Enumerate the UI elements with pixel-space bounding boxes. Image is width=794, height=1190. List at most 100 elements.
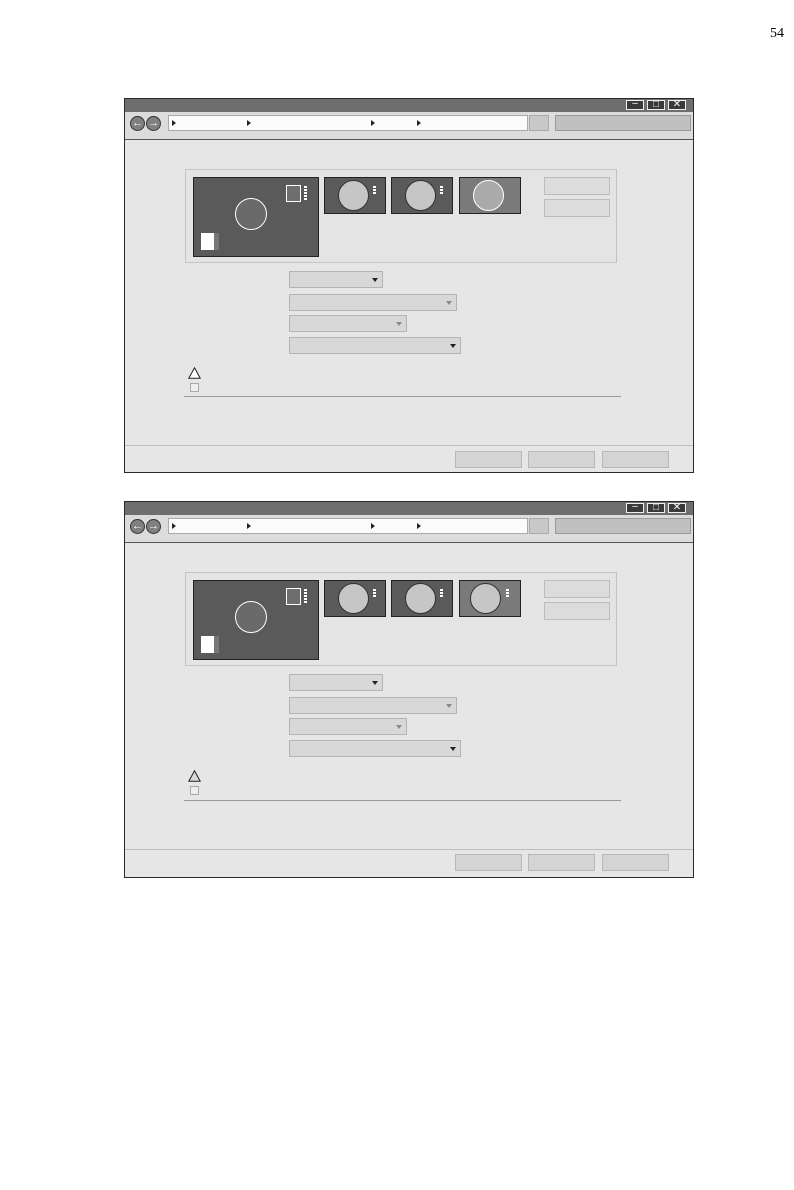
monitor-port-icon [440, 589, 443, 598]
close-button[interactable]: ✕ [668, 502, 686, 513]
monitor-preview-icon [286, 588, 301, 605]
monitor-4-selected[interactable] [459, 580, 521, 617]
chevron-down-icon [446, 301, 452, 305]
left-arrow-icon: ← [132, 117, 143, 129]
breadcrumb-arrow-icon[interactable] [247, 523, 251, 529]
detect-button[interactable] [544, 602, 610, 620]
monitor-2[interactable] [324, 580, 386, 617]
breadcrumb-arrow-icon[interactable] [172, 523, 176, 529]
forward-button[interactable]: → [146, 519, 161, 534]
multiple-displays-dropdown[interactable] [289, 337, 461, 354]
monitor-3[interactable] [391, 177, 453, 214]
chevron-down-icon [450, 344, 456, 348]
breadcrumb-arrow-icon[interactable] [371, 120, 375, 126]
apply-button[interactable] [602, 451, 669, 468]
breadcrumb-arrow-icon[interactable] [247, 120, 251, 126]
address-bar[interactable] [168, 518, 528, 534]
right-arrow-icon: → [148, 117, 159, 129]
orientation-dropdown[interactable] [289, 718, 407, 735]
taskbar-icon [201, 636, 219, 653]
chevron-down-icon [446, 704, 452, 708]
identify-button[interactable] [544, 177, 610, 195]
titlebar: – □ ✕ [125, 98, 693, 112]
monitor-1[interactable] [193, 580, 319, 660]
left-arrow-icon: ← [132, 520, 143, 532]
monitor-port-icon [304, 186, 307, 201]
refresh-button[interactable] [529, 115, 549, 131]
detect-button[interactable] [544, 199, 610, 217]
multiple-displays-dropdown[interactable] [289, 740, 461, 757]
display-dropdown[interactable] [289, 271, 383, 288]
monitor-port-icon [440, 186, 443, 195]
close-icon: ✕ [672, 99, 682, 110]
back-button[interactable]: ← [130, 116, 145, 131]
chevron-down-icon [372, 278, 378, 282]
display-arrangement-panel [185, 572, 617, 666]
display-settings-window-2: – □ ✕ ← → [124, 501, 694, 878]
display-arrangement-panel [185, 169, 617, 263]
monitor-3[interactable] [391, 580, 453, 617]
monitor-2[interactable] [324, 177, 386, 214]
display-settings-window-1: – □ ✕ ← → [124, 98, 694, 473]
maximize-button[interactable]: □ [647, 502, 665, 513]
chevron-down-icon [450, 747, 456, 751]
monitor-identify-circle [405, 583, 436, 614]
monitor-port-icon [373, 186, 376, 195]
refresh-button[interactable] [529, 518, 549, 534]
cancel-button[interactable] [528, 451, 595, 468]
monitor-identify-circle [473, 180, 504, 211]
chevron-down-icon [396, 322, 402, 326]
maximize-button[interactable]: □ [647, 99, 665, 110]
apply-button[interactable] [602, 854, 669, 871]
search-input[interactable] [555, 115, 691, 131]
search-input[interactable] [555, 518, 691, 534]
monitor-port-icon [506, 589, 509, 598]
breadcrumb-arrow-icon[interactable] [172, 120, 176, 126]
monitor-1[interactable] [193, 177, 319, 257]
breadcrumb-arrow-icon[interactable] [417, 523, 421, 529]
minimize-icon: – [632, 98, 638, 109]
settings-checkbox[interactable] [190, 383, 199, 392]
divider [184, 396, 621, 397]
monitor-identify-circle [235, 198, 267, 230]
orientation-dropdown[interactable] [289, 315, 407, 332]
settings-checkbox[interactable] [190, 786, 199, 795]
taskbar-icon [201, 233, 219, 250]
ok-button[interactable] [455, 854, 522, 871]
back-button[interactable]: ← [130, 519, 145, 534]
footer-divider [125, 849, 693, 850]
monitor-identify-circle [338, 583, 369, 614]
close-icon: ✕ [672, 502, 682, 513]
display-dropdown[interactable] [289, 674, 383, 691]
monitor-4-selected[interactable] [459, 177, 521, 214]
forward-button[interactable]: → [146, 116, 161, 131]
warning-triangle-icon [188, 367, 201, 379]
right-arrow-icon: → [148, 520, 159, 532]
page-number: 54 [770, 26, 784, 41]
maximize-icon: □ [652, 99, 660, 110]
chevron-down-icon [396, 725, 402, 729]
resolution-dropdown[interactable] [289, 697, 457, 714]
monitor-preview-icon [286, 185, 301, 202]
footer-divider [125, 445, 693, 446]
navigation-bar: ← → [125, 515, 693, 543]
resolution-dropdown[interactable] [289, 294, 457, 311]
minimize-button[interactable]: – [626, 501, 644, 513]
titlebar: – □ ✕ [125, 501, 693, 515]
monitor-identify-circle [235, 601, 267, 633]
close-button[interactable]: ✕ [668, 99, 686, 110]
minimize-icon: – [632, 501, 638, 512]
identify-button[interactable] [544, 580, 610, 598]
cancel-button[interactable] [528, 854, 595, 871]
chevron-down-icon [372, 681, 378, 685]
monitor-identify-circle [405, 180, 436, 211]
breadcrumb-arrow-icon[interactable] [417, 120, 421, 126]
warning-triangle-icon [188, 770, 201, 782]
ok-button[interactable] [455, 451, 522, 468]
minimize-button[interactable]: – [626, 98, 644, 110]
breadcrumb-arrow-icon[interactable] [371, 523, 375, 529]
monitor-identify-circle [338, 180, 369, 211]
maximize-icon: □ [652, 502, 660, 513]
address-bar[interactable] [168, 115, 528, 131]
monitor-port-icon [373, 589, 376, 598]
